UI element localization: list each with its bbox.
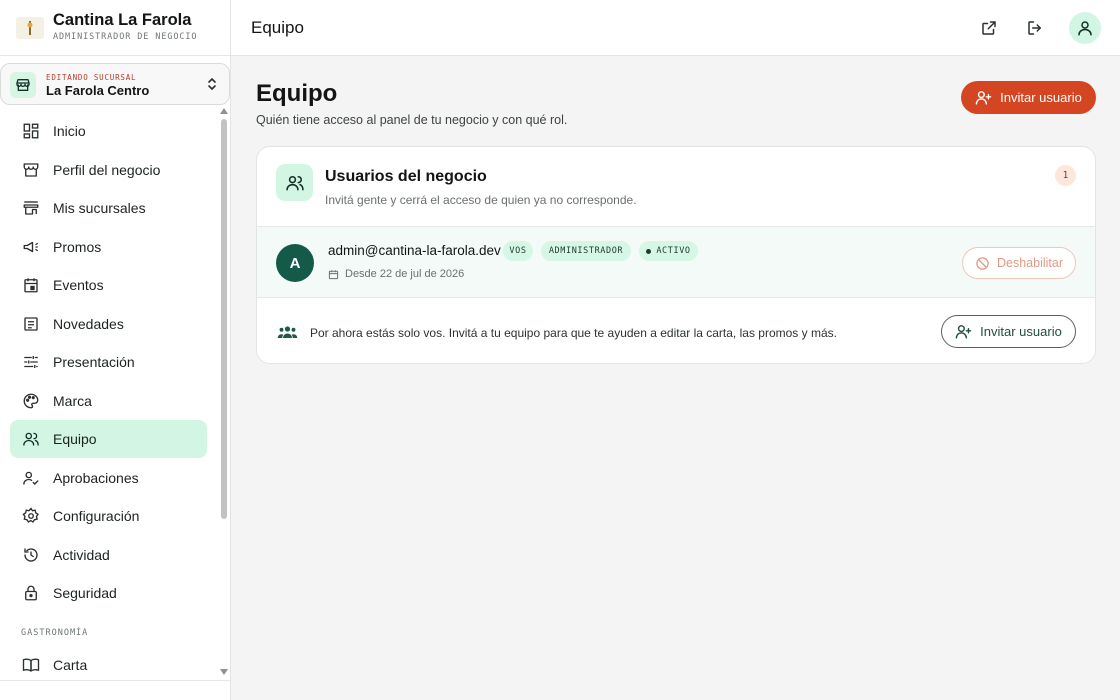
sidebar-item-equipo[interactable]: Equipo <box>10 420 207 458</box>
account-button[interactable] <box>1069 12 1101 44</box>
calendar-icon <box>328 269 339 279</box>
storefront-icon <box>23 201 39 215</box>
sidebar: Cantina La Farola ADMINISTRADOR DE NEGOC… <box>0 0 231 700</box>
card-title: Usuarios del negocio <box>325 168 487 185</box>
block-icon <box>976 256 989 270</box>
sidebar-item-perfil[interactable]: Perfil del negocio <box>10 151 207 189</box>
gear-icon <box>22 507 39 523</box>
store-icon <box>23 163 39 177</box>
dashboard-icon <box>23 123 39 139</box>
sidebar-item-marca[interactable]: Marca <box>10 382 207 420</box>
megaphone-icon <box>23 241 39 253</box>
external-link-icon <box>982 21 996 35</box>
sidebar-item-label: Perfil del negocio <box>53 162 161 178</box>
sliders-icon <box>24 356 38 368</box>
disable-user-label: Deshabilitar <box>996 256 1063 270</box>
self-badge: VOS <box>503 241 533 261</box>
invite-user-label: Invitar usuario <box>1000 90 1082 105</box>
brand-subtitle: ADMINISTRADOR DE NEGOCIO <box>53 32 198 42</box>
chevron-updown-icon <box>207 76 217 97</box>
team-icon <box>23 432 39 446</box>
invite-user-secondary-label: Invitar usuario <box>980 324 1062 339</box>
user-count-badge: 1 <box>1055 165 1076 186</box>
sidebar-item-actividad[interactable]: Actividad <box>10 536 207 574</box>
scroll-thumb[interactable] <box>221 119 227 519</box>
user-icon <box>1078 21 1092 36</box>
book-icon <box>22 658 40 672</box>
scroll-down-arrow-icon[interactable] <box>220 669 228 675</box>
sidebar-scrollbar[interactable] <box>218 107 230 680</box>
brand-name: Cantina La Farola <box>53 11 192 29</box>
sidebar-item-label: Inicio <box>53 123 86 139</box>
sidebar-item-carta[interactable]: Carta <box>10 646 207 680</box>
user-since-text: Desde 22 de jul de 2026 <box>345 268 465 280</box>
sidebar-item-label: Seguridad <box>53 585 117 601</box>
brand-header: Cantina La Farola ADMINISTRADOR DE NEGOC… <box>0 0 230 56</box>
page-subtitle: Quién tiene acceso al panel de tu negoci… <box>256 113 568 127</box>
sidebar-item-label: Presentación <box>53 354 135 370</box>
group-icon <box>277 326 298 338</box>
solo-notice-text: Por ahora estás solo vos. Invitá a tu eq… <box>310 326 837 340</box>
users-card: Usuarios del negocio Invitá gente y cerr… <box>256 146 1096 364</box>
sidebar-item-label: Mis sucursales <box>53 200 146 216</box>
avatar: A <box>276 244 314 282</box>
user-plus-icon <box>975 91 992 105</box>
solo-notice: Por ahora estás solo vos. Invitá a tu eq… <box>257 299 1095 363</box>
status-label: ACTIVO <box>656 246 691 256</box>
user-email: admin@cantina-la-farola.dev <box>328 243 501 258</box>
topbar: Equipo <box>231 0 1120 56</box>
user-plus-icon <box>955 325 972 339</box>
status-badge: ACTIVO <box>639 241 698 261</box>
open-external-button[interactable] <box>973 12 1005 44</box>
scroll-up-arrow-icon[interactable] <box>220 108 228 114</box>
team-icon <box>276 164 313 201</box>
card-subtitle: Invitá gente y cerrá el acceso de quien … <box>325 193 637 207</box>
lock-icon <box>25 585 37 601</box>
sidebar-section-label: GASTRONOMÍA <box>21 628 89 638</box>
topbar-title: Equipo <box>251 18 304 37</box>
sidebar-item-sucursales[interactable]: Mis sucursales <box>10 189 207 227</box>
calendar-event-icon <box>24 278 38 293</box>
sidebar-item-inicio[interactable]: Inicio <box>10 112 207 150</box>
status-dot-icon <box>646 248 652 254</box>
page-title: Equipo <box>256 80 338 107</box>
sidebar-item-label: Actividad <box>53 547 110 563</box>
user-since: Desde 22 de jul de 2026 <box>328 268 464 280</box>
sidebar-item-label: Promos <box>53 239 102 255</box>
card-header: Usuarios del negocio Invitá gente y cerr… <box>257 147 1095 227</box>
user-check-icon <box>23 471 39 485</box>
sidebar-item-promos[interactable]: Promos <box>10 228 207 266</box>
sidebar-item-aprobaciones[interactable]: Aprobaciones <box>10 459 207 497</box>
article-icon <box>24 317 38 331</box>
sidebar-nav: Inicio Perfil del negocio Mis sucursales… <box>0 112 218 680</box>
palette-icon <box>23 393 39 409</box>
sidebar-item-configuracion[interactable]: Configuración <box>10 497 207 535</box>
sidebar-item-novedades[interactable]: Novedades <box>10 305 207 343</box>
sidebar-item-presentacion[interactable]: Presentación <box>10 343 207 381</box>
sidebar-item-label: Aprobaciones <box>53 470 139 486</box>
disable-user-button[interactable]: Deshabilitar <box>962 247 1076 279</box>
branch-selector[interactable]: EDITANDO SUCURSAL La Farola Centro <box>0 63 230 105</box>
sidebar-item-seguridad[interactable]: Seguridad <box>10 574 207 612</box>
branch-kicker: EDITANDO SUCURSAL <box>46 73 137 82</box>
sidebar-footer <box>0 680 230 700</box>
sidebar-item-label: Novedades <box>53 316 124 332</box>
role-badge: ADMINISTRADOR <box>541 241 631 261</box>
storefront-icon <box>10 72 36 98</box>
logout-button[interactable] <box>1019 12 1051 44</box>
sidebar-item-label: Carta <box>53 657 88 673</box>
history-icon <box>24 548 38 562</box>
logout-icon <box>1028 21 1041 35</box>
sidebar-item-eventos[interactable]: Eventos <box>10 266 207 304</box>
invite-user-secondary-button[interactable]: Invitar usuario <box>941 315 1076 348</box>
brand-logo <box>16 17 44 39</box>
invite-user-button[interactable]: Invitar usuario <box>961 81 1096 114</box>
sidebar-item-label: Marca <box>53 393 92 409</box>
sidebar-item-label: Configuración <box>53 508 140 524</box>
sidebar-item-label: Eventos <box>53 277 104 293</box>
branch-name: La Farola Centro <box>46 83 150 98</box>
sidebar-item-label: Equipo <box>53 431 97 447</box>
